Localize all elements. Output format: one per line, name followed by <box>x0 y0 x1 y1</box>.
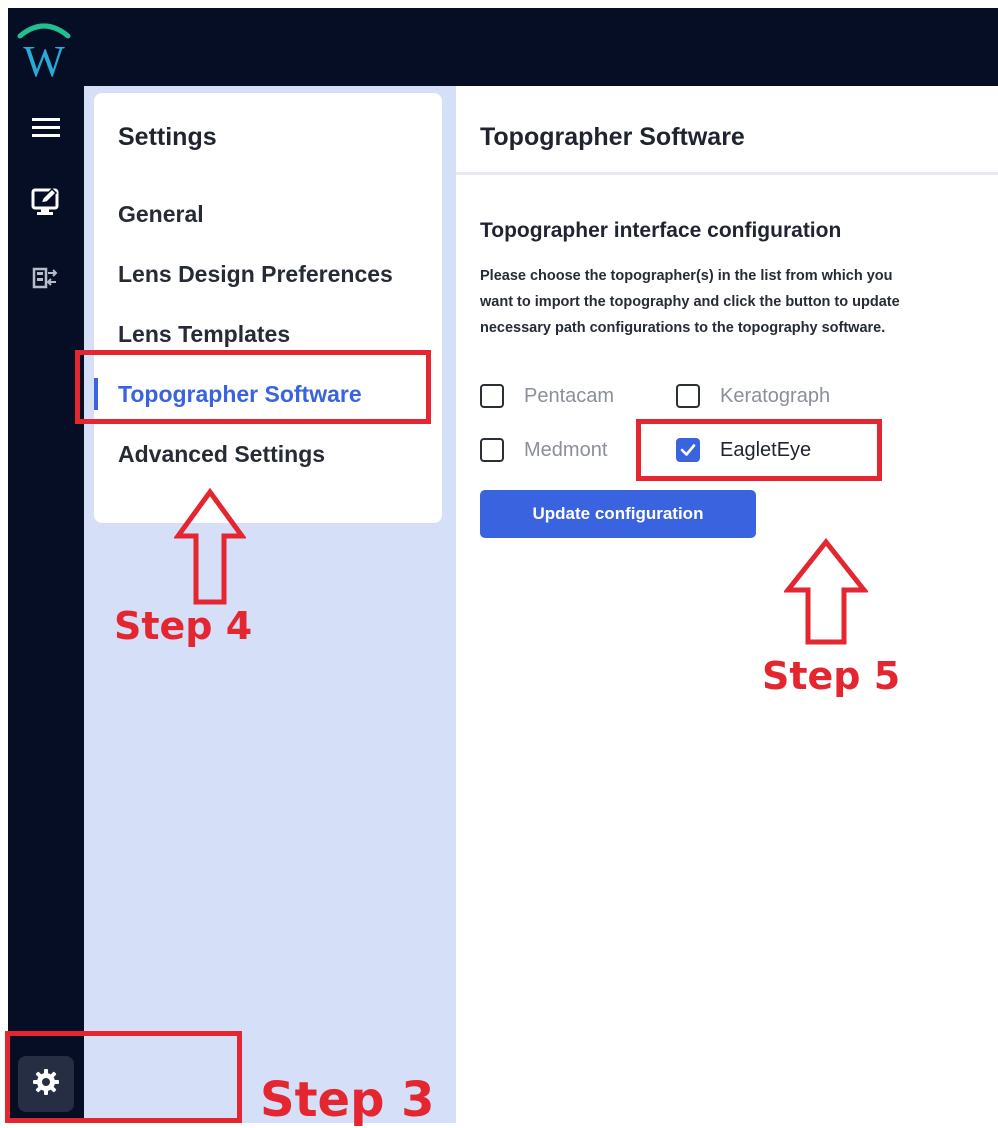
settings-item-lens-design-preferences[interactable]: Lens Design Preferences <box>118 261 393 288</box>
settings-title: Settings <box>118 123 217 151</box>
option-label: Keratograph <box>720 384 831 407</box>
app-window: W Settings General Lens Design Preferenc… <box>0 0 998 1128</box>
option-label: Medmont <box>524 438 608 461</box>
section-description: Please choose the topographer(s) in the … <box>480 268 900 336</box>
option-pentacam[interactable]: Pentacam <box>480 384 614 408</box>
settings-item-lens-templates[interactable]: Lens Templates <box>118 321 290 348</box>
monitor-edit-icon[interactable] <box>8 182 84 222</box>
update-configuration-button[interactable]: Update configuration <box>480 490 756 538</box>
annotation-box-step3 <box>5 1031 242 1123</box>
settings-menu-card: Settings General Lens Design Preferences… <box>94 93 442 523</box>
option-keratograph[interactable]: Keratograph <box>676 384 830 408</box>
annotation-box-step4 <box>75 350 431 424</box>
pentacam-checkbox[interactable] <box>480 384 504 408</box>
app-logo[interactable]: W <box>14 18 74 86</box>
keratograph-checkbox[interactable] <box>676 384 700 408</box>
arrow-up-icon <box>174 488 246 605</box>
step3-label: Step 3 <box>260 1072 435 1128</box>
svg-text:W: W <box>23 37 65 82</box>
medmont-checkbox[interactable] <box>480 438 504 462</box>
option-medmont[interactable]: Medmont <box>480 438 607 462</box>
menu-icon[interactable] <box>8 108 84 148</box>
settings-item-advanced-settings[interactable]: Advanced Settings <box>118 441 325 468</box>
section-title: Topographer interface configuration <box>480 219 842 242</box>
annotation-box-step5 <box>636 419 882 481</box>
top-bar <box>8 8 998 86</box>
page-title: Topographer Software <box>480 123 745 151</box>
step4-label: Step 4 <box>114 604 253 648</box>
option-label: Pentacam <box>524 384 615 407</box>
transfer-icon[interactable] <box>8 258 84 298</box>
content-header: Topographer Software <box>456 93 998 175</box>
content-panel: Topographer Software Topographer interfa… <box>456 93 998 1123</box>
step5-label: Step 5 <box>762 654 901 698</box>
settings-item-general[interactable]: General <box>118 201 204 228</box>
arrow-up-icon <box>784 538 868 645</box>
left-nav <box>8 86 84 1123</box>
